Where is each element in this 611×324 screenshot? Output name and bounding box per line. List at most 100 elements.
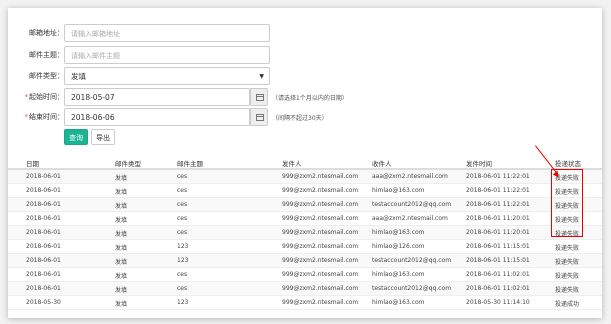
cell-date: 2018-06-01 [26,257,61,264]
cell-send-time: 2018-06-01 11:02:01 [466,285,530,292]
cell-recipient: himlao@163.com [372,229,425,236]
cell-recipient: himlao@163.com [372,187,425,194]
caret-down-icon: ▼ [259,73,264,80]
cell-date: 2018-06-01 [26,243,61,250]
cell-type: 发填 [115,231,128,238]
end-date-picker-button[interactable] [250,108,268,126]
table-row: 2018-06-01 发填 ces 999@zxm2.ntesmail.com test… [8,282,602,296]
email-label: 邮箱地址： [29,29,64,37]
column-header-status: 投递状态 [555,160,581,168]
table-row: 2018-05-30 发填 123 999@zxm2.ntesmail.com himl… [8,296,602,310]
column-header-date: 日期 [26,160,39,168]
cell-status: 投递失败 [555,287,580,294]
cell-sender: 999@zxm2.ntesmail.com [282,187,359,194]
required-mark: * [24,113,29,121]
calendar-icon [256,94,264,101]
end-date-label: *结束时间： [25,112,65,122]
cell-subject: ces [177,215,188,222]
cell-send-time: 2018-06-01 11:15:01 [466,243,530,250]
cell-type: 发填 [115,301,128,308]
cell-sender: 999@zxm2.ntesmail.com [282,271,359,278]
export-button[interactable]: 导出 [91,129,115,145]
cell-send-time: 2018-06-01 11:02:01 [466,271,530,278]
table-row: 2018-06-01 发填 ces 999@zxm2.ntesmail.com himl… [8,226,602,240]
cell-type: 发填 [115,203,128,210]
cell-sender: 999@zxm2.ntesmail.com [282,243,359,250]
column-header-subject: 邮件主题 [177,160,203,168]
table-row: 2018-06-01 发填 ces 999@zxm2.ntesmail.com himl… [8,268,602,282]
cell-subject: ces [177,187,188,194]
type-label: 邮件类型： [29,72,64,80]
cell-send-time: 2018-06-01 11:22:01 [466,187,530,194]
cell-subject: ces [177,201,188,208]
cell-recipient: aaa@zxm2.ntesmail.com [372,173,448,180]
cell-date: 2018-06-01 [26,285,61,292]
cell-status: 投递失败 [555,273,580,280]
subject-row: 邮件主题： 请输入邮件主题 [8,46,308,66]
cell-date: 2018-06-01 [26,229,61,236]
cell-date: 2018-05-30 [26,299,61,306]
cell-send-time: 2018-06-01 11:22:01 [466,173,530,180]
type-row: 邮件类型： 发填 ▼ [8,67,308,87]
cell-sender: 999@zxm2.ntesmail.com [282,173,359,180]
action-row: 查询 导出 [8,129,208,149]
cell-sender: 999@zxm2.ntesmail.com [282,215,359,222]
table-header: 日期 邮件类型 邮件主题 发件人 收件人 发件时间 投递状态 [8,154,602,170]
table-body: 2018-06-01 发填 ces 999@zxm2.ntesmail.com aaa@… [8,170,602,310]
calendar-icon [256,114,264,121]
cell-type: 发填 [115,217,128,224]
start-date-input[interactable]: 2018-05-07 [64,88,250,106]
email-row: 邮箱地址： 请输入邮箱地址 [8,24,308,44]
table-row: 2018-06-01 发填 ces 999@zxm2.ntesmail.com aaa@… [8,212,602,226]
table-row: 2018-06-01 发填 ces 999@zxm2.ntesmail.com himl… [8,184,602,198]
cell-sender: 999@zxm2.ntesmail.com [282,201,359,208]
cell-type: 发填 [115,273,128,280]
cell-recipient: testaccount2012@qq.com [372,285,452,292]
cell-recipient: testaccount2012@qq.com [372,201,452,208]
cell-send-time: 2018-06-01 11:22:01 [466,201,530,208]
cell-subject: ces [177,173,188,180]
mail-type-value: 发填 [71,72,86,81]
required-mark: * [24,93,29,101]
cell-recipient: himlao@126.com [372,243,425,250]
start-date-hint: （请选择1个月以内的日期） [272,95,348,102]
cell-send-time: 2018-06-01 11:15:01 [466,257,530,264]
cell-type: 发填 [115,175,128,182]
cell-status: 投递失败 [555,259,580,266]
cell-status: 投递失败 [555,245,580,252]
mail-log-table: 日期 邮件类型 邮件主题 发件人 收件人 发件时间 投递状态 2018-06-0… [8,154,602,310]
cell-recipient: aaa@zxm2.ntesmail.com [372,215,448,222]
email-input[interactable]: 请输入邮箱地址 [64,24,270,42]
mail-log-panel: 邮箱地址： 请输入邮箱地址 邮件主题： 请输入邮件主题 邮件类型： 发填 ▼ *… [8,8,602,318]
subject-input[interactable]: 请输入邮件主题 [64,46,270,64]
cell-type: 发填 [115,287,128,294]
cell-date: 2018-06-01 [26,173,61,180]
cell-recipient: himlao@163.com [372,271,425,278]
cell-send-time: 2018-06-01 11:20:01 [466,229,530,236]
query-button[interactable]: 查询 [64,129,88,145]
subject-label: 邮件主题： [29,51,64,59]
cell-date: 2018-06-01 [26,271,61,278]
cell-sender: 999@zxm2.ntesmail.com [282,285,359,292]
mail-type-select[interactable]: 发填 ▼ [64,67,270,85]
cell-date: 2018-06-01 [26,215,61,222]
end-date-hint: （间隔不超过30天） [272,115,328,122]
start-date-row: *起始时间： 2018-05-07 （请选择1个月以内的日期） [8,88,408,108]
table-row: 2018-06-01 发填 ces 999@zxm2.ntesmail.com aaa@… [8,170,602,184]
cell-date: 2018-06-01 [26,201,61,208]
cell-type: 发填 [115,189,128,196]
start-date-picker-button[interactable] [250,88,268,106]
cell-sender: 999@zxm2.ntesmail.com [282,229,359,236]
cell-status: 投递成功 [555,301,580,308]
column-header-recipient: 收件人 [372,160,392,168]
cell-subject: ces [177,229,188,236]
column-header-send-time: 发件时间 [466,160,492,168]
end-date-label-text: 结束时间： [29,113,64,121]
cell-send-time: 2018-06-01 11:20:01 [466,215,530,222]
start-date-label: *起始时间： [25,92,65,102]
cell-subject: 123 [177,299,189,306]
cell-send-time: 2018-05-30 11:14:10 [466,299,530,306]
end-date-input[interactable]: 2018-06-06 [64,108,250,126]
end-date-row: *结束时间： 2018-06-06 （间隔不超过30天） [8,108,408,128]
column-header-type: 邮件类型 [115,160,141,168]
